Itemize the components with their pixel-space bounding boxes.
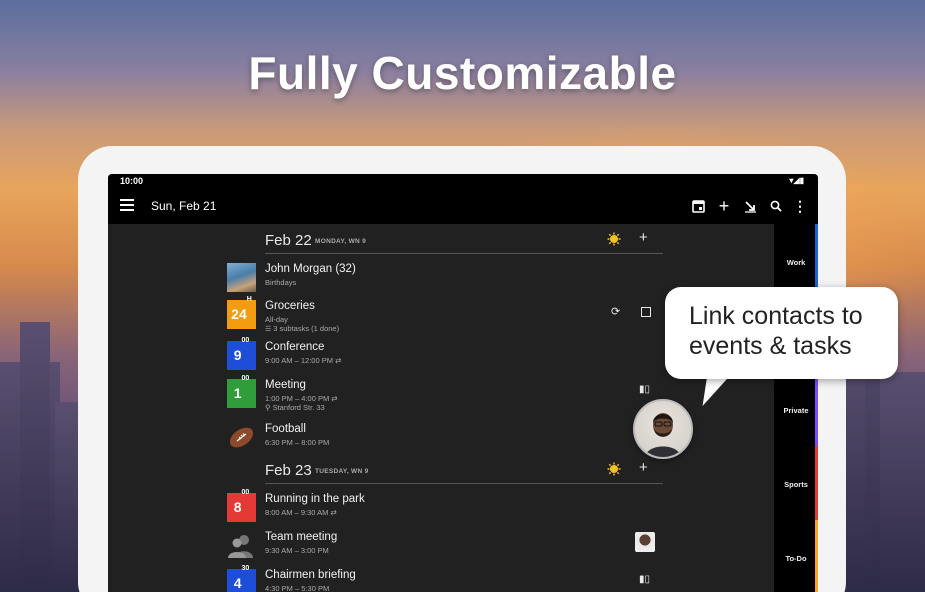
subtasks-icon: ☰ <box>265 326 274 333</box>
event-time: 1:00 PM – 4:00 PM ⇄ <box>265 394 338 403</box>
search-icon[interactable] <box>768 197 784 215</box>
day-weekday: TUESDAY, WN 9 <box>315 468 369 475</box>
event-title: Conference <box>265 341 325 353</box>
refresh-icon[interactable]: ⟳ <box>611 305 620 318</box>
calendar-side-tabs: Work Private Sports To-Do <box>774 224 818 592</box>
event-time: 9:00 AM – 12:00 PM ⇄ <box>265 356 342 365</box>
contact-avatar-small[interactable] <box>635 532 655 552</box>
app-bar: Sun, Feb 21 + ⋮ <box>108 188 818 224</box>
event-time: 8:00 AM – 9:30 AM ⇄ <box>265 508 337 517</box>
map-icon[interactable]: ▮▯ <box>639 574 650 585</box>
location-icon: ⚲ <box>265 403 273 412</box>
repeat-icon: ⇄ <box>331 394 338 403</box>
map-icon[interactable]: ▮▯ <box>639 384 650 395</box>
callout-bubble: Link contacts to events & tasks <box>665 287 898 379</box>
contact-photo <box>227 263 256 292</box>
event-item[interactable]: 24H Groceries All-day ☰ 3 subtasks (1 do… <box>227 296 667 333</box>
day-date: Feb 23 <box>265 462 312 479</box>
move-down-icon[interactable] <box>742 197 758 215</box>
checkbox-icon[interactable] <box>641 307 651 317</box>
event-item[interactable]: Football 6:30 PM – 8:00 PM <box>227 420 667 456</box>
more-icon[interactable]: ⋮ <box>792 197 808 215</box>
status-bar: 10:00 ▾◢▮ <box>108 174 818 188</box>
calendar-icon[interactable] <box>690 197 706 215</box>
day-weekday: MONDAY, WN 9 <box>315 238 367 245</box>
event-title: Football <box>265 423 306 435</box>
event-time: 9:30 AM – 3:00 PM <box>265 546 329 555</box>
day-header: Feb 22 MONDAY, WN 9 + <box>265 226 663 254</box>
headline: Fully Customizable <box>248 47 677 99</box>
event-title: Groceries <box>265 300 315 312</box>
day-date: Feb 22 <box>265 232 312 249</box>
event-item[interactable]: John Morgan (32) Birthdays <box>227 260 667 296</box>
event-item[interactable]: 100 Meeting 1:00 PM – 4:00 PM ⇄ ⚲ Stanfo… <box>227 375 667 412</box>
menu-icon[interactable] <box>120 199 134 211</box>
event-time: All-day <box>265 315 288 324</box>
event-title: John Morgan (32) <box>265 263 356 275</box>
sun-icon <box>607 232 621 246</box>
event-title: Chairmen briefing <box>265 569 356 581</box>
status-icons: ▾◢▮ <box>789 176 804 185</box>
event-subtitle: Birthdays <box>265 278 297 287</box>
event-subtasks: ☰ 3 subtasks (1 done) <box>265 324 340 333</box>
event-item[interactable]: Team meeting 9:30 AM – 3:00 PM <box>227 528 667 564</box>
day-header: Feb 23 TUESDAY, WN 9 + <box>265 456 663 484</box>
event-title: Running in the park <box>265 493 365 505</box>
contact-avatar[interactable] <box>633 399 693 459</box>
event-item[interactable]: 800 Running in the park 8:00 AM – 9:30 A… <box>227 489 667 526</box>
time-badge: 430 <box>227 565 256 592</box>
side-tab-private[interactable]: Private <box>774 372 818 446</box>
app-bar-date[interactable]: Sun, Feb 21 <box>151 199 216 213</box>
event-time: 6:30 PM – 8:00 PM <box>265 438 330 447</box>
side-tab-todo[interactable]: To-Do <box>774 520 818 592</box>
repeat-icon: ⇄ <box>335 356 342 365</box>
add-icon[interactable]: + <box>716 197 732 215</box>
add-event-icon[interactable]: + <box>639 459 648 476</box>
status-time: 10:00 <box>120 176 144 186</box>
sun-icon <box>607 462 621 476</box>
time-badge: 900 <box>227 337 256 370</box>
event-title: Meeting <box>265 379 306 391</box>
add-event-icon[interactable]: + <box>639 229 648 246</box>
event-time: 4:30 PM – 5:30 PM <box>265 584 330 592</box>
event-location: ⚲ Stanford Str. 33 <box>265 403 325 412</box>
event-item[interactable]: 900 Conference 9:00 AM – 12:00 PM ⇄ <box>227 337 667 374</box>
side-tab-sports[interactable]: Sports <box>774 446 818 520</box>
day-badge: 24H <box>227 296 256 329</box>
event-title: Team meeting <box>265 531 338 543</box>
callout-line1: Link contacts to <box>689 302 863 330</box>
repeat-icon: ⇄ <box>330 508 337 517</box>
football-icon <box>229 427 254 448</box>
event-item[interactable]: 430 Chairmen briefing 4:30 PM – 5:30 PM … <box>227 565 667 592</box>
callout-line2: events & tasks <box>689 332 852 360</box>
time-badge: 100 <box>227 375 256 408</box>
time-badge: 800 <box>227 489 256 522</box>
group-icon <box>228 535 253 558</box>
